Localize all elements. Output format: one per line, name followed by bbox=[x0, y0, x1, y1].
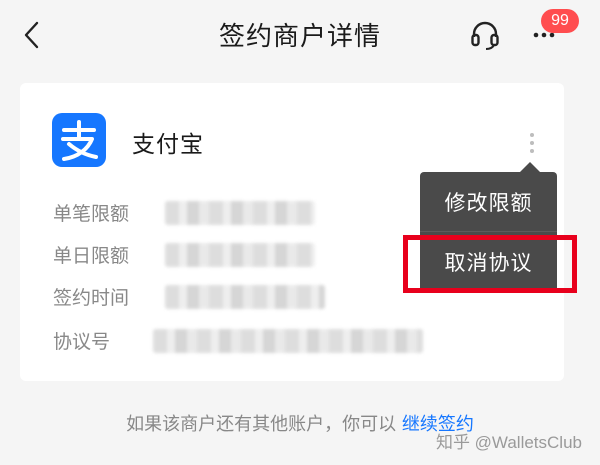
vertical-dots-icon bbox=[522, 131, 542, 153]
footer-text: 如果该商户还有其他账户，你可以 bbox=[126, 414, 397, 435]
redacted-value bbox=[165, 285, 325, 309]
redacted-value bbox=[165, 243, 315, 267]
page-title: 签约商户详情 bbox=[218, 22, 381, 52]
alipay-logo-icon bbox=[52, 113, 106, 167]
customer-service-button[interactable] bbox=[468, 18, 502, 52]
header-bar: 签约商户详情 99 bbox=[0, 0, 600, 70]
kebab-menu-button[interactable] bbox=[522, 131, 542, 159]
detail-label: 签约时间 bbox=[53, 287, 130, 309]
notification-badge: 99 bbox=[541, 9, 579, 33]
menu-divider bbox=[420, 231, 557, 232]
highlight-box bbox=[403, 235, 577, 293]
headset-icon bbox=[471, 21, 499, 50]
detail-label: 单日限额 bbox=[53, 245, 130, 267]
watermark: 知乎 @WalletsClub bbox=[435, 433, 582, 452]
redacted-value bbox=[165, 201, 315, 225]
popup-arrow bbox=[520, 162, 540, 172]
detail-label: 协议号 bbox=[53, 331, 111, 353]
modify-limit-menu-item[interactable]: 修改限额 bbox=[420, 174, 557, 232]
merchant-name: 支付宝 bbox=[132, 132, 204, 158]
redacted-value bbox=[153, 329, 423, 353]
detail-label: 单笔限额 bbox=[53, 203, 130, 225]
